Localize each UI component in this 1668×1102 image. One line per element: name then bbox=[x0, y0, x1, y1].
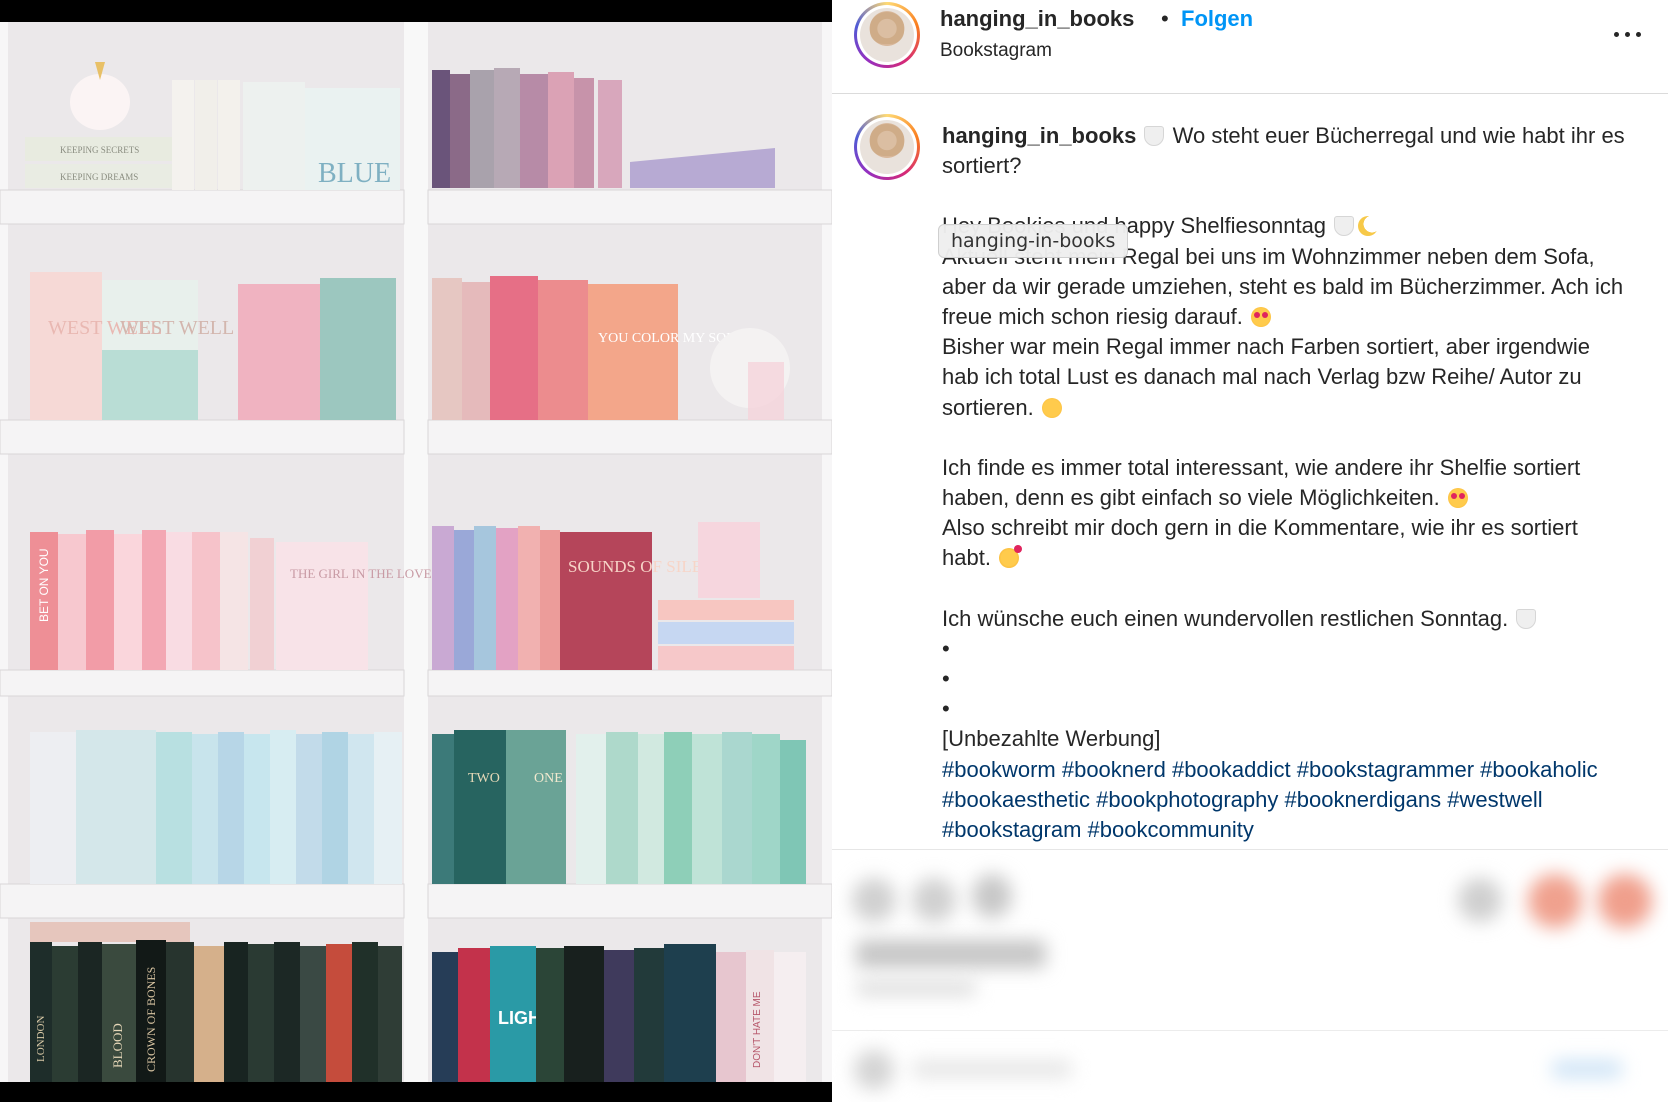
hashtag-link[interactable]: #booknerd bbox=[1062, 757, 1166, 782]
comment-input[interactable] bbox=[912, 1060, 1072, 1078]
share-icon[interactable] bbox=[972, 874, 1012, 918]
hashtag-link[interactable]: #booknerdigans bbox=[1285, 787, 1442, 812]
hashtag-link[interactable]: #westwell bbox=[1447, 787, 1542, 812]
follow-button[interactable]: Folgen bbox=[1181, 6, 1253, 32]
post-header: hanging_in_books • Folgen Bookstagram bbox=[832, 0, 1668, 94]
book-title: TWO bbox=[468, 771, 500, 786]
avatar[interactable] bbox=[854, 2, 920, 68]
save-icon[interactable] bbox=[1458, 878, 1502, 922]
hashtag-link[interactable]: #bookphotography bbox=[1096, 787, 1278, 812]
hashtag-link[interactable]: #bookstagrammer bbox=[1297, 757, 1474, 782]
username-tooltip: hanging-in-books bbox=[938, 224, 1129, 258]
caption-avatar[interactable] bbox=[854, 114, 920, 180]
moon-icon bbox=[1358, 216, 1379, 237]
paragraph-3: Ich wünsche euch einen wundervollen rest… bbox=[942, 605, 1509, 631]
white-heart-icon bbox=[1334, 216, 1355, 237]
emoji-icon[interactable] bbox=[854, 1050, 894, 1090]
book-title: LONDON bbox=[35, 1016, 47, 1062]
book-title: DON'T HATE ME bbox=[752, 991, 763, 1068]
hashtag-link[interactable]: #bookstagram bbox=[942, 817, 1081, 842]
post-comment-button[interactable] bbox=[1552, 1060, 1622, 1078]
avatar-liked-icon bbox=[1528, 874, 1582, 928]
heart-eyes-icon bbox=[1447, 488, 1468, 509]
avatar-liked-icon bbox=[1598, 874, 1652, 928]
dot-line: • bbox=[942, 635, 950, 661]
book-title: CROWN OF BONES bbox=[144, 967, 158, 1072]
cloud-icon bbox=[1144, 126, 1165, 146]
hashtags: #bookworm #booknerd #bookaddict #booksta… bbox=[942, 755, 1632, 846]
thinking-face-icon bbox=[1041, 397, 1062, 418]
book-title: ONE bbox=[534, 771, 563, 786]
more-options-icon[interactable] bbox=[1610, 18, 1646, 48]
ad-label: [Unbezahlte Werbung] bbox=[942, 726, 1161, 752]
likes-count bbox=[856, 940, 1046, 968]
book-title: WEST WELL bbox=[120, 317, 234, 339]
book-title: KEEPING DREAMS bbox=[60, 172, 138, 182]
book-title: BLOOD bbox=[110, 1023, 125, 1068]
book-title: BLUE bbox=[318, 158, 391, 189]
account-subtitle: Bookstagram bbox=[940, 40, 1052, 61]
smiling-hearts-icon bbox=[999, 545, 1023, 569]
white-heart-icon bbox=[1516, 608, 1537, 629]
dot-line: • bbox=[942, 696, 950, 722]
like-icon[interactable] bbox=[852, 878, 896, 922]
paragraph-2b: Also schreibt mir doch gern in die Komme… bbox=[942, 515, 1578, 571]
post-photo[interactable]: KEEPING SECRETS KEEPING DREAMS BLUE WEST… bbox=[0, 0, 832, 1102]
hashtag-link[interactable]: #bookcommunity bbox=[1088, 817, 1254, 842]
hashtag-link[interactable]: #bookaholic bbox=[1480, 757, 1597, 782]
username-link[interactable]: hanging_in_books bbox=[940, 6, 1134, 32]
caption-username[interactable]: hanging_in_books bbox=[942, 123, 1136, 148]
post-caption: hanging_in_books Wo steht euer Bücherreg… bbox=[832, 94, 1668, 849]
comment-icon[interactable] bbox=[912, 878, 956, 922]
separator-dot: • bbox=[1161, 6, 1169, 31]
hashtag-link[interactable]: #bookaesthetic bbox=[942, 787, 1090, 812]
bookshelf-image: KEEPING SECRETS KEEPING DREAMS BLUE WEST… bbox=[0, 22, 832, 1082]
book-title: BET ON YOU bbox=[37, 548, 51, 622]
post-date bbox=[856, 980, 976, 996]
book-title: KEEPING SECRETS bbox=[60, 145, 139, 155]
post-actions-blurred bbox=[832, 849, 1668, 1102]
paragraph-body-2: Bisher war mein Regal immer nach Farben … bbox=[942, 334, 1591, 420]
hashtag-link[interactable]: #bookaddict bbox=[1172, 757, 1291, 782]
heart-eyes-icon bbox=[1250, 307, 1271, 328]
hashtag-link[interactable]: #bookworm bbox=[942, 757, 1056, 782]
dot-line: • bbox=[942, 666, 950, 692]
post-side-panel: hanging_in_books • Folgen Bookstagram ha… bbox=[832, 0, 1668, 1102]
paragraph-2: Ich finde es immer total interessant, wi… bbox=[942, 454, 1581, 511]
